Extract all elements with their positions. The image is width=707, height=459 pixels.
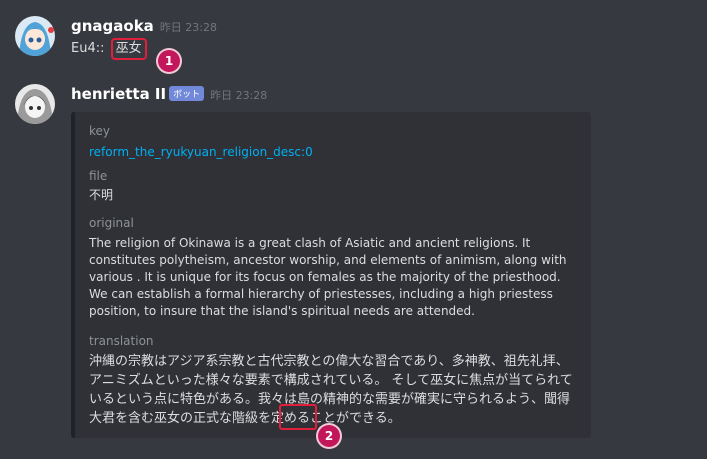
field-name: file (89, 169, 108, 183)
embed-field-original: original The religion of Okinawa is a gr… (89, 215, 579, 320)
field-value: 不明 (89, 188, 114, 202)
message-timestamp: 昨日 23:28 (159, 21, 218, 34)
field-name: key (89, 124, 111, 138)
message-text-prefix: Eu4:: (71, 41, 105, 56)
annotation-marker-1: 1 (158, 50, 180, 72)
field-value-link[interactable]: reform_the_ryukyuan_religion_desc:0 (89, 144, 579, 161)
avatar-henrietta[interactable] (15, 84, 55, 124)
annotation-marker-2: 2 (318, 425, 340, 447)
anime-avatar-image (15, 16, 55, 56)
highlight-box-miko-translation (279, 404, 317, 430)
anime-avatar-image (15, 84, 55, 124)
username-gnagaoka[interactable]: gnagaoka (71, 17, 154, 35)
username-henrietta[interactable]: henrietta II (71, 85, 166, 103)
highlighted-word-miko: 巫女 (110, 38, 147, 60)
bot-badge: ボット (169, 86, 205, 101)
message-timestamp: 昨日 23:28 (210, 89, 268, 102)
embed-field-translation: translation 沖縄の宗教はアジア系宗教と古代宗教との偉大な習合であり、… (89, 333, 579, 428)
message-content: Eu4:: 巫女 (71, 38, 147, 60)
embed-field-file: file 不明 (89, 168, 579, 204)
embed-field-key: key reform_the_ryukyuan_religion_desc:0 (89, 123, 579, 161)
avatar-gnagaoka[interactable] (15, 16, 55, 56)
field-value: The religion of Okinawa is a great clash… (89, 236, 567, 318)
field-value: 沖縄の宗教はアジア系宗教と古代宗教との偉大な習合であり、多神教、祖先礼拝、アニミ… (89, 354, 573, 426)
field-name: original (89, 216, 134, 230)
bot-embed: key reform_the_ryukyuan_religion_desc:0 … (71, 112, 591, 438)
field-name: translation (89, 334, 154, 348)
